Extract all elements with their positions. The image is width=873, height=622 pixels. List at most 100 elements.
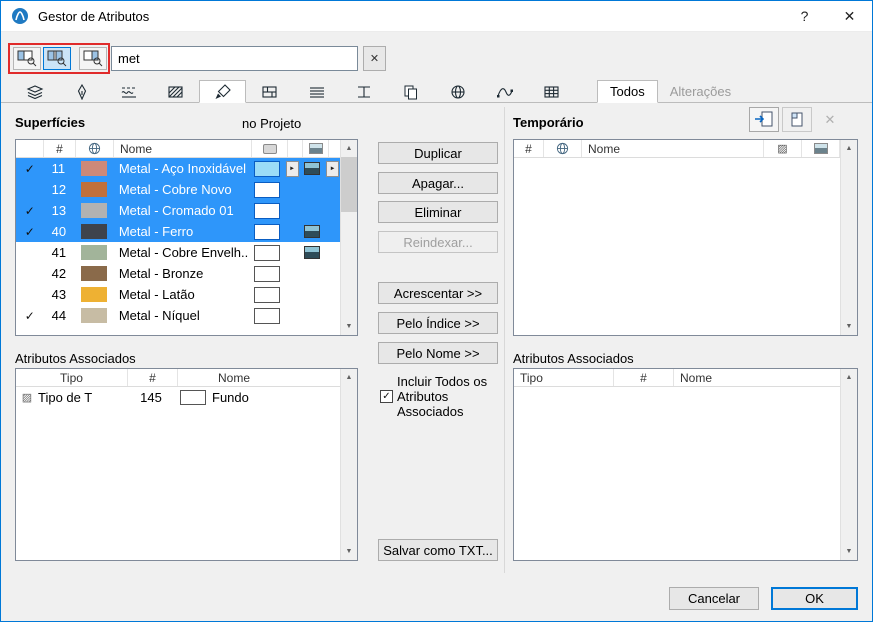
clear-search-button[interactable]: ✕ xyxy=(363,46,386,71)
paint-swatch-cell[interactable] xyxy=(249,242,285,263)
table-row[interactable]: ✓44Metal - Níquel xyxy=(16,305,340,326)
tab-line-types[interactable] xyxy=(105,81,152,102)
texture-icon[interactable] xyxy=(304,162,320,175)
paint-swatch[interactable] xyxy=(254,161,280,177)
paint-swatch-cell[interactable] xyxy=(249,200,285,221)
paint-swatch-cell[interactable] xyxy=(249,263,285,284)
scroll-down-icon[interactable]: ▼ xyxy=(341,318,357,335)
paint-swatch[interactable] xyxy=(254,287,280,303)
col-check[interactable] xyxy=(16,140,44,157)
tab-surfaces[interactable] xyxy=(199,80,246,103)
table-row[interactable]: 41Metal - Cobre Envelh... xyxy=(16,242,340,263)
table-row[interactable]: 42Metal - Bronze xyxy=(16,263,340,284)
row-check[interactable]: ✓ xyxy=(16,305,44,326)
tab-zone-categories[interactable] xyxy=(340,81,387,102)
table-row[interactable]: ✓40Metal - Ferro xyxy=(16,221,340,242)
scroll-down-icon[interactable]: ▼ xyxy=(841,318,857,335)
left-assoc-scrollbar[interactable]: ▲ ▼ xyxy=(340,369,357,560)
row-check[interactable]: ✓ xyxy=(16,221,44,242)
col-fill[interactable]: ▨ xyxy=(764,140,802,157)
paint-swatch[interactable] xyxy=(254,224,280,240)
texture-expand-button[interactable]: ► xyxy=(326,161,339,177)
col-tipo[interactable]: Tipo xyxy=(514,369,614,386)
tab-markup-styles[interactable] xyxy=(387,81,434,102)
temp-scrollbar[interactable]: ▲ ▼ xyxy=(840,140,857,335)
col-nome[interactable]: Nome xyxy=(674,369,840,386)
col-texture[interactable] xyxy=(802,140,840,157)
tab-alteracoes[interactable]: Alterações xyxy=(658,80,743,102)
new-copy-button[interactable] xyxy=(782,107,812,132)
paint-swatch-cell[interactable] xyxy=(249,158,285,179)
tab-cities[interactable] xyxy=(434,81,481,102)
acrescentar-button[interactable]: Acrescentar >> xyxy=(378,282,498,304)
duplicar-button[interactable]: Duplicar xyxy=(378,142,498,164)
tab-layers[interactable] xyxy=(11,81,58,102)
scroll-down-icon[interactable]: ▼ xyxy=(341,543,357,560)
import-button[interactable] xyxy=(749,107,779,132)
paint-swatch[interactable] xyxy=(254,182,280,198)
col-index[interactable]: # xyxy=(514,140,544,157)
col-name[interactable]: Nome xyxy=(114,140,252,157)
scroll-up-icon[interactable]: ▲ xyxy=(841,140,857,157)
left-assoc-header[interactable]: Tipo # Nome xyxy=(16,369,340,387)
paint-swatch[interactable] xyxy=(254,203,280,219)
row-check[interactable]: ✓ xyxy=(16,200,44,221)
view-split-lists-button[interactable] xyxy=(43,47,71,70)
paint-swatch[interactable] xyxy=(254,308,280,324)
paint-swatch-cell[interactable] xyxy=(249,221,285,242)
row-check[interactable]: ✓ xyxy=(16,158,44,179)
help-button[interactable]: ? xyxy=(782,1,827,32)
scroll-down-icon[interactable]: ▼ xyxy=(841,543,857,560)
cancel-button[interactable]: Cancelar xyxy=(669,587,759,610)
col-num[interactable]: # xyxy=(614,369,674,386)
close-button[interactable]: ✕ xyxy=(827,1,872,32)
tab-composites[interactable] xyxy=(246,81,293,102)
col-color[interactable] xyxy=(544,140,582,157)
tab-todos[interactable]: Todos xyxy=(597,80,658,103)
swatch-expand-button[interactable]: ► xyxy=(286,161,299,177)
delete-temp-button[interactable]: ✕ xyxy=(815,107,845,132)
scroll-up-icon[interactable]: ▲ xyxy=(341,140,357,157)
col-swatch[interactable] xyxy=(252,140,288,157)
col-tipo[interactable]: Tipo xyxy=(16,369,128,386)
surfaces-table-header[interactable]: # Nome xyxy=(16,140,340,158)
table-row[interactable]: ✓13Metal - Cromado 01 xyxy=(16,200,340,221)
view-right-list-button[interactable] xyxy=(79,47,107,70)
row-check[interactable] xyxy=(16,263,44,284)
apagar-button[interactable]: Apagar... xyxy=(378,172,498,194)
incluir-checkbox[interactable]: ✓ xyxy=(380,390,393,403)
paint-swatch[interactable] xyxy=(254,266,280,282)
pelo-indice-button[interactable]: Pelo Índice >> xyxy=(378,312,498,334)
tab-profiles[interactable] xyxy=(293,81,340,102)
row-check[interactable] xyxy=(16,242,44,263)
row-check[interactable] xyxy=(16,179,44,200)
col-index[interactable]: # xyxy=(44,140,76,157)
texture-icon[interactable] xyxy=(304,225,320,238)
salvar-txt-button[interactable]: Salvar como TXT... xyxy=(378,539,498,561)
table-row[interactable]: ▨Tipo de T145Fundo xyxy=(16,387,340,408)
paint-swatch-cell[interactable] xyxy=(249,305,285,326)
table-row[interactable]: ✓11Metal - Aço Inoxidável►► xyxy=(16,158,340,179)
pelo-nome-button[interactable]: Pelo Nome >> xyxy=(378,342,498,364)
paint-swatch-cell[interactable] xyxy=(249,179,285,200)
table-row[interactable]: 12Metal - Cobre Novo xyxy=(16,179,340,200)
search-input[interactable] xyxy=(111,46,358,71)
view-left-list-button[interactable] xyxy=(13,47,41,70)
col-num[interactable]: # xyxy=(128,369,178,386)
col-texture[interactable] xyxy=(303,140,329,157)
texture-icon[interactable] xyxy=(304,246,320,259)
tab-pens[interactable] xyxy=(58,81,105,102)
paint-swatch-cell[interactable] xyxy=(249,284,285,305)
right-assoc-scrollbar[interactable]: ▲ ▼ xyxy=(840,369,857,560)
surfaces-scrollbar[interactable]: ▲ ▼ xyxy=(340,140,357,335)
scroll-up-icon[interactable]: ▲ xyxy=(341,369,357,386)
reindexar-button[interactable]: Reindexar... xyxy=(378,231,498,253)
tab-mep-systems[interactable] xyxy=(528,81,575,102)
tab-operation-profiles[interactable] xyxy=(481,81,528,102)
col-name[interactable]: Nome xyxy=(582,140,764,157)
paint-swatch[interactable] xyxy=(254,245,280,261)
scroll-thumb[interactable] xyxy=(341,157,357,212)
ok-button[interactable]: OK xyxy=(771,587,858,610)
scroll-up-icon[interactable]: ▲ xyxy=(841,369,857,386)
row-check[interactable] xyxy=(16,284,44,305)
